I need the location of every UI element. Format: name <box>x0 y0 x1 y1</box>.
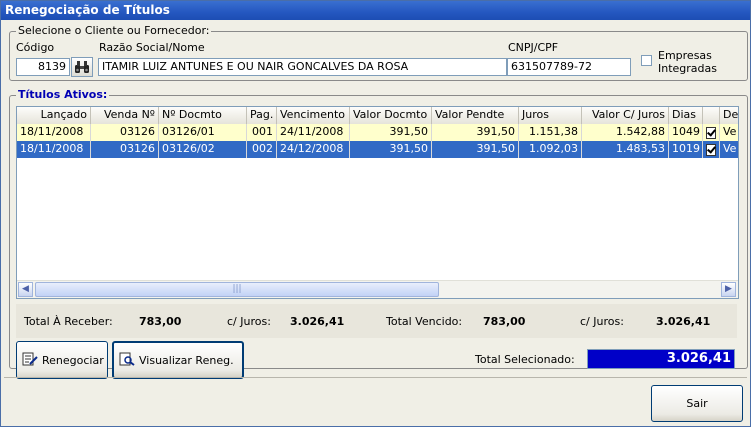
cell-valor-docmto: 391,50 <box>350 124 432 141</box>
cell-juros: 1.092,03 <box>519 141 582 158</box>
cell-de: Ve <box>723 125 737 138</box>
name-label: Razão Social/Nome <box>99 41 205 54</box>
client-document-field[interactable]: 631507789-72 <box>507 58 631 76</box>
cell-de: Ve <box>723 142 737 155</box>
exit-button-label: Sair <box>686 397 708 410</box>
scroll-right-icon[interactable]: ▶ <box>721 282 736 297</box>
view-renegotiation-button-label: Visualizar Reneg. <box>139 353 234 367</box>
col-header-valor-docmto[interactable]: Valor Docmto <box>350 107 432 124</box>
table-row[interactable]: 18/11/2008 03126 03126/01 001 24/11/2008… <box>17 124 738 141</box>
cell-valor-juros: 1.483,53 <box>582 141 669 158</box>
cell-pag: 001 <box>247 124 277 141</box>
client-name-field[interactable]: ITAMIR LUIZ ANTUNES E OU NAIR GONCALVES … <box>98 58 507 76</box>
col-header-de[interactable]: De <box>720 107 738 124</box>
total-selected-label: Total Selecionado: <box>475 353 575 366</box>
document-label: CNPJ/CPF <box>508 41 559 54</box>
col-header-juros[interactable]: Juros <box>519 107 582 124</box>
col-header-lancado[interactable]: Lançado <box>17 107 91 124</box>
cell-dias: 1049 <box>669 124 703 141</box>
client-group-legend: Selecione o Cliente ou Fornecedor: <box>16 24 212 37</box>
scroll-left-icon[interactable]: ◀ <box>18 282 33 297</box>
total-receber-value: 783,00 <box>139 315 182 328</box>
code-label: Código <box>16 41 55 54</box>
binoculars-icon <box>75 61 89 73</box>
client-code-field[interactable]: 8139 <box>16 58 70 76</box>
cell-docmto: 03126/01 <box>159 124 247 141</box>
total-receber-label: Total À Receber: <box>24 315 113 328</box>
client-document-value: 631507789-72 <box>511 60 592 73</box>
total-vencido-juros-value: 3.026,41 <box>656 315 711 328</box>
preview-icon <box>119 352 135 369</box>
table-row[interactable]: 18/11/2008 03126 03126/02 002 24/12/2008… <box>17 141 738 158</box>
row-select-checkbox[interactable] <box>706 126 716 139</box>
exit-button[interactable]: Sair <box>651 385 743 422</box>
col-header-dias[interactable]: Dias <box>669 107 703 124</box>
total-receber-juros-label: c/ Juros: <box>227 315 271 328</box>
grid-header: Lançado Venda Nº Nº Docmto Pag. Vencimen… <box>17 107 738 125</box>
cell-venda: 03126 <box>91 124 159 141</box>
renegotiation-window: Renegociação de Títulos Selecione o Clie… <box>0 0 751 427</box>
total-vencido-label: Total Vencido: <box>386 315 463 328</box>
cell-valor-juros: 1.542,88 <box>582 124 669 141</box>
horizontal-scrollbar[interactable]: ◀ ||| ▶ <box>17 280 738 298</box>
col-header-docmto[interactable]: Nº Docmto <box>159 107 247 124</box>
scroll-thumb[interactable]: ||| <box>35 282 439 297</box>
view-renegotiation-button[interactable]: Visualizar Reneg. <box>112 341 244 379</box>
cell-lancado: 18/11/2008 <box>17 124 91 141</box>
integrated-companies-checkbox[interactable] <box>641 55 652 66</box>
cell-dias: 1019 <box>669 141 703 158</box>
renegotiate-button[interactable]: Renegociar <box>16 341 108 379</box>
total-selected-value: 3.026,41 <box>587 349 735 369</box>
col-header-venda[interactable]: Venda Nº <box>91 107 159 124</box>
integrated-companies-label-1: Empresas <box>658 49 712 62</box>
search-client-button[interactable] <box>71 57 93 77</box>
col-header-valor-juros[interactable]: Valor C/ Juros <box>582 107 669 124</box>
cell-select[interactable] <box>703 141 720 158</box>
client-code-value: 8139 <box>38 60 66 73</box>
col-header-pag[interactable]: Pag. <box>247 107 277 124</box>
window-title: Renegociação de Títulos <box>1 1 750 20</box>
titles-group-legend: Títulos Ativos: <box>16 88 110 101</box>
cell-lancado: 18/11/2008 <box>17 141 91 158</box>
cell-select[interactable] <box>703 124 720 141</box>
cell-pag: 002 <box>247 141 277 158</box>
renegotiate-button-label: Renegociar <box>42 353 104 367</box>
cell-valor-pendte: 391,50 <box>432 124 519 141</box>
total-vencido-value: 783,00 <box>483 315 526 328</box>
client-name-value: ITAMIR LUIZ ANTUNES E OU NAIR GONCALVES … <box>102 60 409 73</box>
totals-summary: Total À Receber: 783,00 c/ Juros: 3.026,… <box>16 304 737 338</box>
cell-vencimento: 24/11/2008 <box>277 124 350 141</box>
cell-valor-pendte: 391,50 <box>432 141 519 158</box>
cell-vencimento: 24/12/2008 <box>277 141 350 158</box>
footer-divider <box>4 377 747 378</box>
col-header-vencimento[interactable]: Vencimento <box>277 107 350 124</box>
integrated-companies-label-2: Integradas <box>658 62 717 75</box>
col-header-valor-pendte[interactable]: Valor Pendte <box>432 107 519 124</box>
titles-grid[interactable]: Lançado Venda Nº Nº Docmto Pag. Vencimen… <box>16 106 739 299</box>
cell-docmto: 03126/02 <box>159 141 247 158</box>
cell-venda: 03126 <box>91 141 159 158</box>
total-vencido-juros-label: c/ Juros: <box>580 315 624 328</box>
total-receber-juros-value: 3.026,41 <box>290 315 345 328</box>
edit-document-icon <box>22 352 38 369</box>
cell-juros: 1.151,38 <box>519 124 582 141</box>
col-header-select[interactable] <box>703 107 720 124</box>
row-select-checkbox[interactable] <box>706 143 716 156</box>
cell-valor-docmto: 391,50 <box>350 141 432 158</box>
